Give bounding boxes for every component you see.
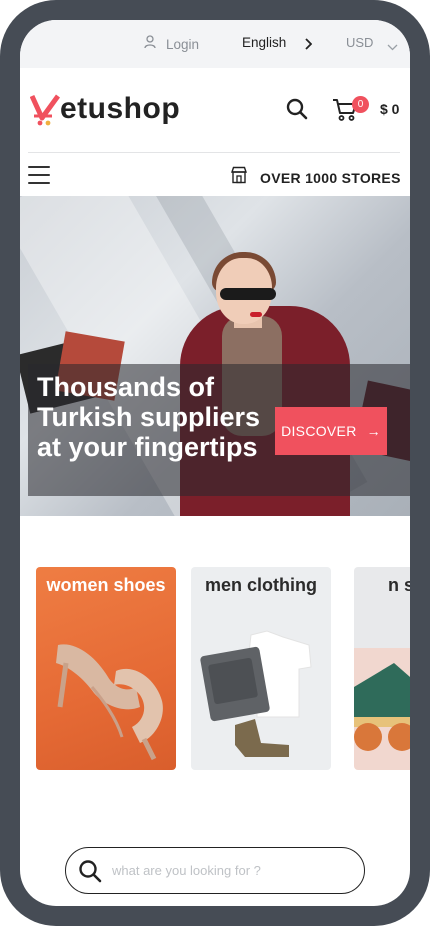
logo-text: etushop <box>60 92 181 125</box>
search-input[interactable] <box>112 857 352 883</box>
hero-banner: Thousands of Turkish suppliers at your f… <box>20 196 410 516</box>
cart-count-badge: 0 <box>352 96 369 113</box>
stores-link[interactable]: OVER 1000 STORES <box>230 166 401 189</box>
logo-mark-icon <box>30 94 60 126</box>
currency-selector[interactable]: USD <box>346 35 373 50</box>
header-divider <box>28 152 400 153</box>
login-link[interactable]: Login <box>144 35 199 54</box>
discover-label: DISCOVER <box>281 423 357 439</box>
search-icon[interactable] <box>78 859 102 888</box>
category-card-third[interactable]: n sh <box>354 567 410 770</box>
menu-icon[interactable] <box>28 166 50 184</box>
category-carousel[interactable]: women shoes men clothing n s <box>20 567 410 770</box>
chevron-down-icon[interactable] <box>387 38 398 56</box>
store-icon <box>230 166 248 189</box>
sunglasses-graphic <box>220 288 276 300</box>
chevron-right-icon[interactable] <box>304 37 313 55</box>
category-card-women-shoes[interactable]: women shoes <box>36 567 176 770</box>
category-card-men-clothing[interactable]: men clothing <box>191 567 331 770</box>
search-icon[interactable] <box>286 98 308 125</box>
device-frame: Login English USD etushop 0 $ 0 OVER 100… <box>0 0 430 926</box>
hero-headline: Thousands of Turkish suppliers at your f… <box>37 372 261 462</box>
search-bar[interactable] <box>65 847 365 894</box>
heels-image <box>56 644 163 761</box>
language-selector[interactable]: English <box>242 35 286 50</box>
shoes-image <box>354 663 410 751</box>
login-label: Login <box>166 37 200 52</box>
lips-graphic <box>250 312 262 317</box>
top-bar: Login English USD <box>20 20 410 68</box>
logo[interactable]: etushop <box>30 92 180 126</box>
header: etushop 0 $ 0 <box>20 68 410 152</box>
user-icon <box>144 35 156 54</box>
stores-label: OVER 1000 STORES <box>260 169 401 186</box>
discover-button[interactable]: DISCOVER → <box>275 407 387 455</box>
screen: Login English USD etushop 0 $ 0 OVER 100… <box>20 20 410 906</box>
arrow-right-icon: → <box>366 423 381 439</box>
cart-total[interactable]: $ 0 <box>380 101 399 117</box>
clothing-image <box>200 630 312 757</box>
